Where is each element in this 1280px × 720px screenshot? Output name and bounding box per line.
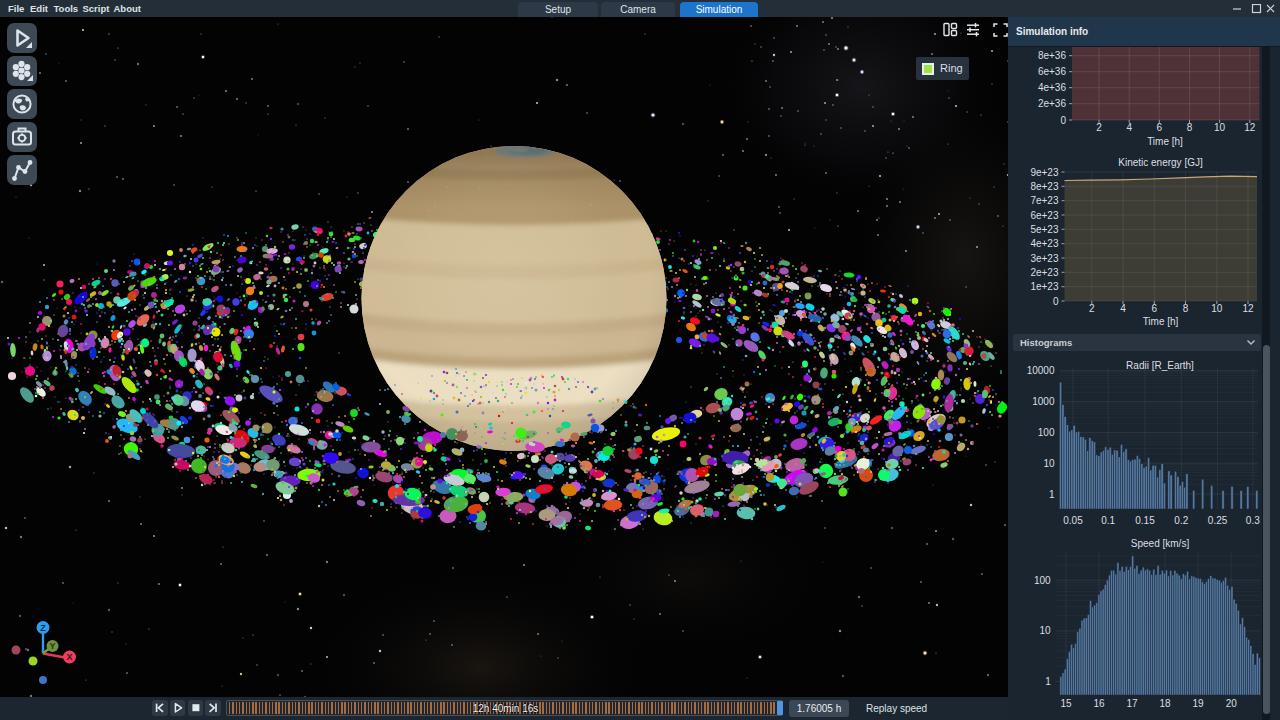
svg-text:2e+36: 2e+36 [1038,98,1067,109]
svg-text:100: 100 [1034,575,1051,586]
svg-text:6: 6 [1152,303,1158,314]
svg-text:17: 17 [1126,698,1138,709]
svg-text:10000: 10000 [1027,365,1055,376]
svg-text:Speed [km/s]: Speed [km/s] [1131,538,1190,549]
svg-text:0.15: 0.15 [1135,515,1155,526]
svg-text:15: 15 [1060,698,1072,709]
svg-text:4: 4 [1126,122,1132,133]
svg-text:4e+36: 4e+36 [1038,82,1067,93]
svg-text:0.25: 0.25 [1208,515,1228,526]
svg-text:18: 18 [1160,698,1172,709]
svg-text:8: 8 [1187,122,1193,133]
svg-text:Time [h]: Time [h] [1143,316,1179,327]
svg-text:0.3: 0.3 [1246,515,1260,526]
svg-text:10: 10 [1214,122,1226,133]
svg-text:1e+23: 1e+23 [1030,281,1059,292]
svg-text:10: 10 [1043,458,1055,469]
svg-text:Kinetic energy [GJ]: Kinetic energy [GJ] [1118,157,1203,168]
svg-text:Radii [R_Earth]: Radii [R_Earth] [1126,360,1194,371]
svg-text:2: 2 [1096,122,1102,133]
svg-text:6e+36: 6e+36 [1038,66,1067,77]
svg-text:6e+23: 6e+23 [1030,210,1059,221]
svg-text:0.1: 0.1 [1101,515,1115,526]
svg-text:4e+23: 4e+23 [1030,238,1059,249]
svg-text:10: 10 [1211,303,1223,314]
svg-text:0: 0 [1053,296,1059,307]
svg-text:0.2: 0.2 [1174,515,1188,526]
svg-text:8e+23: 8e+23 [1030,181,1059,192]
svg-text:1: 1 [1049,489,1055,500]
svg-text:Y: Y [49,641,55,651]
svg-text:X: X [66,652,72,662]
svg-text:2: 2 [1089,303,1095,314]
svg-text:7e+23: 7e+23 [1030,195,1059,206]
svg-text:19: 19 [1193,698,1205,709]
svg-text:9e+23: 9e+23 [1030,167,1059,178]
svg-text:100: 100 [1038,427,1055,438]
svg-text:10: 10 [1040,625,1052,636]
svg-text:6: 6 [1157,122,1163,133]
svg-text:12: 12 [1242,303,1254,314]
svg-text:2e+23: 2e+23 [1030,267,1059,278]
svg-text:8e+36: 8e+36 [1038,50,1067,61]
svg-text:Z: Z [40,623,46,633]
svg-text:1000: 1000 [1032,396,1055,407]
svg-text:12: 12 [1244,122,1256,133]
svg-text:1: 1 [1045,676,1051,687]
svg-text:Time [h]: Time [h] [1147,136,1183,147]
svg-text:5e+23: 5e+23 [1030,224,1059,235]
svg-text:8: 8 [1183,303,1189,314]
svg-text:3e+23: 3e+23 [1030,253,1059,264]
svg-text:0.05: 0.05 [1063,515,1083,526]
svg-text:4: 4 [1120,303,1126,314]
svg-text:20: 20 [1226,698,1238,709]
svg-text:16: 16 [1093,698,1105,709]
svg-text:0: 0 [1060,115,1066,126]
